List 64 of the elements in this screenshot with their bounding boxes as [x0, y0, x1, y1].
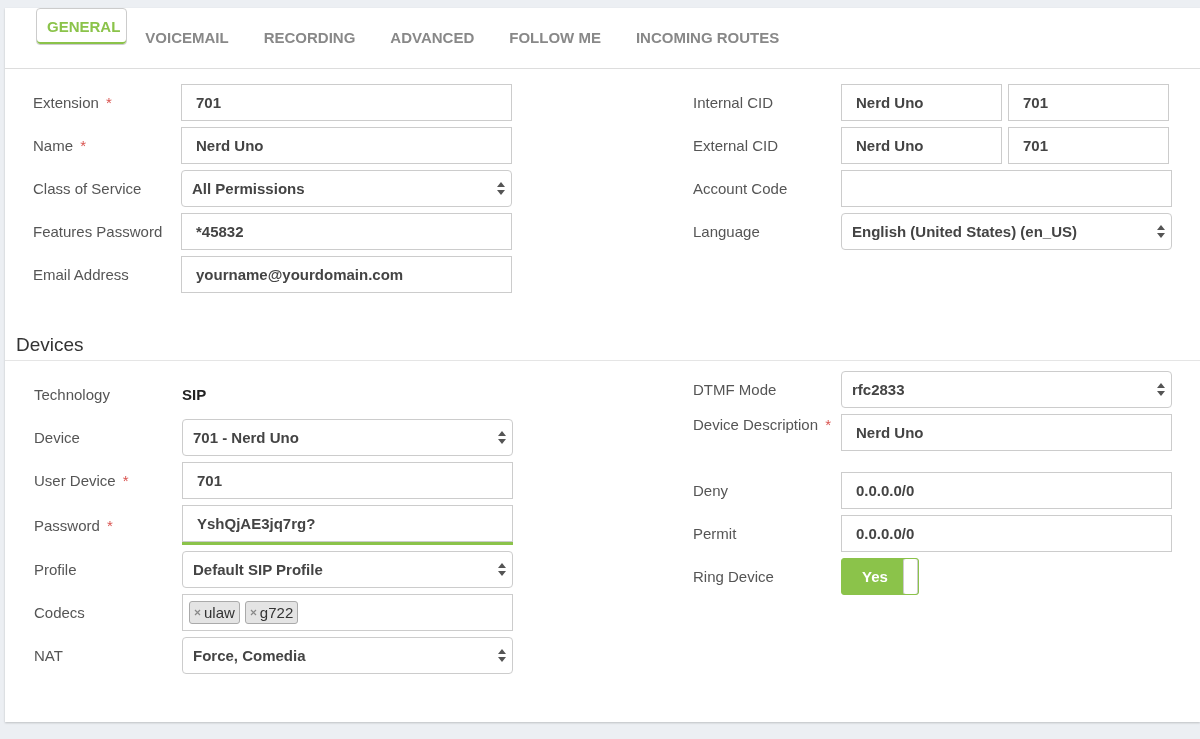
text-field[interactable]: 701	[182, 462, 513, 499]
required-asterisk: *	[107, 516, 113, 534]
field-label: Technology	[34, 386, 110, 403]
required-asterisk: *	[825, 416, 832, 433]
section-heading: Devices	[5, 324, 1200, 361]
field-label: Device	[34, 429, 80, 446]
remove-icon[interactable]	[194, 609, 201, 616]
remove-icon[interactable]	[249, 609, 257, 616]
field-label: Language	[693, 223, 760, 240]
tags-field[interactable]: ulaw g722	[182, 594, 513, 631]
field-label: Device Description	[693, 416, 819, 433]
required-asterisk: *	[122, 472, 129, 489]
text-field[interactable]: 701	[1008, 127, 1169, 164]
sort-arrows-icon	[1157, 383, 1165, 396]
sort-arrows-icon	[498, 649, 506, 662]
tab[interactable]: RECORDING	[246, 8, 373, 68]
field-label: External CID	[693, 137, 779, 154]
required-asterisk: *	[80, 137, 87, 154]
required-asterisk: *	[106, 94, 112, 111]
sort-arrows-icon	[498, 563, 506, 576]
text-field[interactable]: *45832	[181, 213, 512, 250]
select-dropdown[interactable]: Force, Comedia	[182, 637, 513, 674]
text-field[interactable]: Nerd Uno	[841, 414, 1172, 451]
password-field[interactable]: YshQjAE3jq7rg?	[182, 505, 513, 542]
tab[interactable]: VOICEMAIL	[128, 8, 246, 68]
select-dropdown[interactable]: Default SIP Profile	[182, 551, 513, 588]
field-label: Features Password	[33, 223, 163, 240]
field-label: Permit	[693, 525, 737, 542]
text-field[interactable]: 701	[1008, 84, 1169, 121]
field-label: Class of Service	[33, 180, 142, 197]
field-label: Extension	[33, 94, 99, 111]
field-label: Name	[33, 137, 73, 154]
field-label: Ring Device	[693, 568, 774, 585]
select-dropdown[interactable]: rfc2833	[841, 371, 1172, 408]
tab[interactable]: FOLLOW ME	[492, 8, 618, 68]
text-field[interactable]: Nerd Uno	[181, 127, 512, 164]
select-dropdown[interactable]: 701 - Nerd Uno	[182, 419, 513, 456]
tab[interactable]: ADVANCED	[373, 8, 492, 68]
field-label: NAT	[34, 647, 63, 664]
text-field[interactable]: yourname@yourdomain.com	[181, 256, 512, 293]
codec-tag[interactable]: ulaw	[189, 601, 240, 624]
tab[interactable]: INCOMING ROUTES	[618, 8, 797, 68]
text-field[interactable]: 701	[181, 84, 512, 121]
field-label: Deny	[693, 482, 729, 499]
field-value: SIP	[182, 385, 207, 403]
text-field[interactable]: Nerd Uno	[841, 127, 1002, 164]
field-label: Email Address	[33, 266, 129, 283]
field-label: DTMF Mode	[693, 381, 777, 398]
sort-arrows-icon	[498, 431, 506, 444]
text-field[interactable]: 0.0.0.0/0	[841, 515, 1172, 552]
field-label: Codecs	[34, 604, 85, 621]
field-label: Password	[34, 516, 100, 534]
field-label: Profile	[34, 561, 77, 578]
sort-arrows-icon	[497, 182, 505, 195]
text-field[interactable]: 0.0.0.0/0	[841, 472, 1172, 509]
field-label: User Device	[34, 472, 116, 489]
select-dropdown[interactable]: All Permissions	[181, 170, 512, 207]
sort-arrows-icon	[1157, 225, 1165, 238]
field-label: Internal CID	[693, 94, 774, 111]
text-field[interactable]	[841, 170, 1172, 207]
select-dropdown[interactable]: English (United States) (en_US)	[841, 213, 1172, 250]
field-label: Account Code	[693, 180, 788, 197]
text-field[interactable]: Nerd Uno	[841, 84, 1002, 121]
codec-tag[interactable]: g722	[244, 601, 299, 624]
